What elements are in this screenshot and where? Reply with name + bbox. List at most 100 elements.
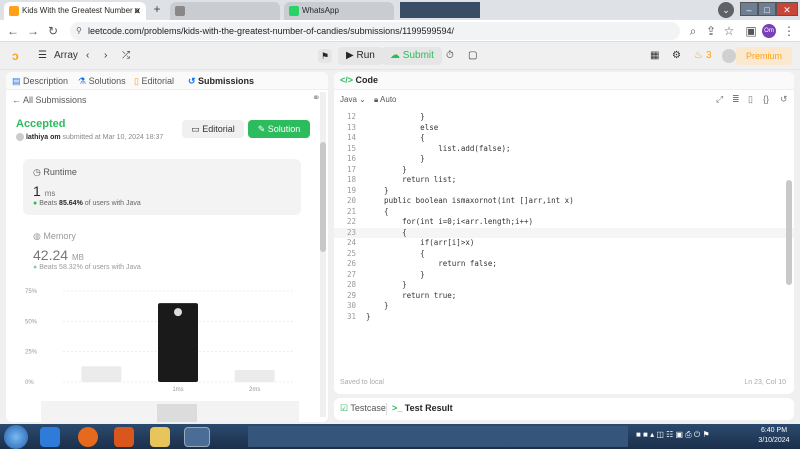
check-box-icon: ☑ xyxy=(340,403,351,413)
editor-scrollbar-thumb[interactable] xyxy=(786,180,792,285)
settings-gear-icon[interactable]: ⚙ xyxy=(672,48,681,64)
url-input[interactable]: ⚲ leetcode.com/problems/kids-with-the-gr… xyxy=(70,22,680,40)
expand-icon[interactable]: ⤢ xyxy=(716,94,723,105)
code-line[interactable]: 19 } xyxy=(334,186,794,197)
code-line[interactable]: 22 for(int i=0;i<arr.length;i++) xyxy=(334,217,794,228)
code-line[interactable]: 25 { xyxy=(334,249,794,260)
code-line[interactable]: 26 return false; xyxy=(334,259,794,270)
code-line[interactable]: 30 } xyxy=(334,301,794,312)
left-scrollbar-thumb[interactable] xyxy=(320,142,326,252)
tab-search-icon[interactable]: ⌄ xyxy=(718,2,734,18)
site-info-icon[interactable]: ⚲ xyxy=(76,22,82,40)
share-icon[interactable]: ⇪ xyxy=(704,24,718,38)
tab-testcase[interactable]: ☑ Testcase xyxy=(340,403,386,414)
code-line[interactable]: 15 list.add(false); xyxy=(334,144,794,155)
left-scrollbar[interactable] xyxy=(320,92,326,417)
submission-user[interactable]: lathiya om xyxy=(26,134,61,141)
close-tab-icon[interactable]: ✕ xyxy=(133,2,141,20)
chrome-taskbar-icon[interactable] xyxy=(184,427,210,447)
tab-submissions[interactable]: ↺ Submissions xyxy=(188,75,254,87)
braces-icon[interactable]: {} xyxy=(763,94,769,104)
debug-icon[interactable]: ⚑ xyxy=(318,49,332,63)
taskbar-clock[interactable]: 6:40 PM 3/10/2024 xyxy=(750,426,798,446)
zoom-search-icon[interactable]: ⌕ xyxy=(686,24,700,38)
code-line[interactable]: 20 public boolean ismaxornot(int []arr,i… xyxy=(334,196,794,207)
code-line[interactable]: 29 return true; xyxy=(334,291,794,302)
line-number: 25 xyxy=(346,248,356,258)
overview-window[interactable] xyxy=(157,404,197,422)
browser-tab-3[interactable]: WhatsApp xyxy=(284,2,394,20)
tab-editorial[interactable]: ▯ Editorial xyxy=(134,75,174,87)
format-icon[interactable]: ≣ xyxy=(732,94,740,105)
code-line[interactable]: 14 { xyxy=(334,133,794,144)
streak-fire-icon[interactable]: ♨ xyxy=(694,48,703,64)
internet-explorer-icon[interactable] xyxy=(40,427,60,447)
runtime-card[interactable]: ◷ Runtime 1 ms ● Beats 85.64% of users w… xyxy=(23,159,301,215)
code-line[interactable]: 21 { xyxy=(334,207,794,218)
next-problem-icon[interactable]: › xyxy=(104,48,107,64)
run-button[interactable]: ▶ Run xyxy=(338,47,383,65)
shuffle-icon[interactable]: ⤮ xyxy=(122,48,130,64)
timer-icon[interactable]: ⏱ xyxy=(446,48,454,64)
code-line[interactable]: 24 if(arr[i]>x) xyxy=(334,238,794,249)
code-line[interactable]: 18 return list; xyxy=(334,175,794,186)
code-editor[interactable]: 12 } 13 else 14 {15 list.add(false); 16 } 17… xyxy=(334,110,794,378)
chart-overview[interactable] xyxy=(41,401,299,422)
submit-button[interactable]: ☁ Submit xyxy=(382,47,442,65)
submission-time: submitted at Mar 10, 2024 18:37 xyxy=(62,133,164,141)
back-arrow-icon[interactable]: ← xyxy=(6,24,20,38)
chart-bar[interactable] xyxy=(234,369,275,382)
layout-grid-icon[interactable]: ▦ xyxy=(650,48,659,64)
browser-tab-active[interactable]: Kids With the Greatest Number o ✕ xyxy=(4,2,146,20)
minimize-icon[interactable]: – xyxy=(740,2,758,16)
language-select[interactable]: Java ⌄ xyxy=(340,95,366,104)
code-line[interactable]: 13 else xyxy=(334,123,794,134)
line-text: } xyxy=(366,185,389,195)
start-button-icon[interactable] xyxy=(4,425,28,449)
problem-list-icon[interactable]: ☰ xyxy=(38,48,47,64)
new-tab-button[interactable]: + xyxy=(150,3,164,17)
line-number: 19 xyxy=(346,185,356,195)
code-line[interactable]: 12 } xyxy=(334,112,794,123)
user-marker-icon xyxy=(174,308,182,317)
leetcode-logo-icon[interactable]: ↄ xyxy=(12,49,24,63)
chart-bar[interactable] xyxy=(81,366,122,382)
all-submissions-link[interactable]: ← All Submissions xyxy=(12,95,87,105)
code-line[interactable]: 27 } xyxy=(334,270,794,281)
code-line[interactable]: 16 } xyxy=(334,154,794,165)
editorial-button[interactable]: ▭ Editorial xyxy=(182,120,244,138)
code-line[interactable]: 17 } xyxy=(334,165,794,176)
prev-problem-icon[interactable]: ‹ xyxy=(86,48,89,64)
media-player-icon[interactable] xyxy=(114,427,134,447)
clock-date: 3/10/2024 xyxy=(758,437,790,444)
premium-button[interactable]: Premium xyxy=(735,47,792,65)
forward-arrow-icon[interactable]: → xyxy=(26,24,40,38)
maximize-icon[interactable]: □ xyxy=(758,2,776,16)
user-avatar[interactable] xyxy=(722,49,736,63)
tab-test-result[interactable]: >_ Test Result xyxy=(392,403,453,413)
bookmark-icon[interactable]: ▯ xyxy=(748,94,753,105)
mode-select[interactable]: 🔒︎ Auto xyxy=(374,95,397,105)
browser-menu-icon[interactable]: ⋮ xyxy=(782,24,796,38)
notes-icon[interactable]: ▢ xyxy=(468,48,477,64)
profile-avatar[interactable]: Om xyxy=(762,24,776,38)
browser-tab-2[interactable] xyxy=(170,2,280,20)
side-panel-icon[interactable]: ▣ xyxy=(744,24,758,38)
line-text: } xyxy=(366,269,425,279)
close-window-icon[interactable]: ✕ xyxy=(776,2,798,16)
system-tray-icons[interactable]: ■ ■ ▴ ◫ ☷ ▣ ⎙ ⏻ ⚑ xyxy=(636,430,710,440)
problem-list-label[interactable]: Array xyxy=(54,48,78,64)
tab-solutions[interactable]: ⚗ Solutions xyxy=(78,75,126,87)
reset-icon[interactable]: ↺ xyxy=(780,94,788,105)
code-panel: </> Code Java ⌄ 🔒︎ Auto ⤢ ≣ ▯ {} ↺ 12 } 1… xyxy=(334,72,794,394)
code-line[interactable]: 28 } xyxy=(334,280,794,291)
tab-description[interactable]: ▤ Description xyxy=(12,75,68,87)
code-line[interactable]: 31} xyxy=(334,312,794,323)
firefox-icon[interactable] xyxy=(78,427,98,447)
file-explorer-icon[interactable] xyxy=(150,427,170,447)
bookmark-star-icon[interactable]: ☆ xyxy=(722,24,736,38)
reload-icon[interactable]: ↻ xyxy=(46,24,60,38)
solution-button[interactable]: ✎ Solution xyxy=(248,120,310,138)
code-line[interactable]: 23 { xyxy=(334,227,794,238)
submission-meta: lathiya om submitted at Mar 10, 2024 18:… xyxy=(16,133,163,141)
